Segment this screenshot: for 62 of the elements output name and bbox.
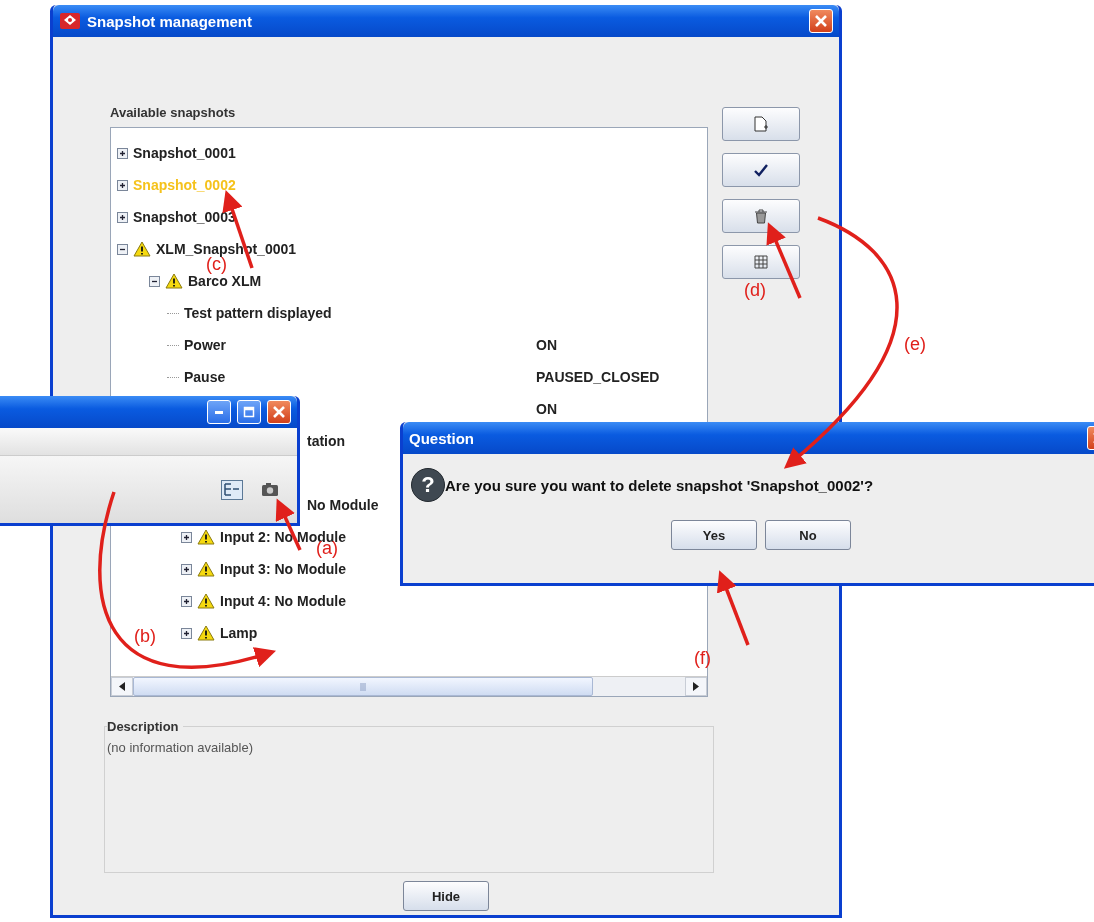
close-icon	[814, 14, 828, 28]
tree-view-icon	[221, 479, 243, 500]
check-icon	[754, 163, 768, 177]
collapse-icon[interactable]	[149, 275, 160, 287]
apply-button[interactable]	[722, 153, 800, 187]
tree-view-button[interactable]	[219, 477, 245, 502]
scroll-left-icon[interactable]	[119, 682, 125, 691]
grid-icon	[754, 255, 768, 269]
dialog-message: Are you sure you want to delete snapshot 'Snapshot_0002'?	[445, 476, 874, 494]
grid-button[interactable]	[722, 245, 800, 279]
expand-icon[interactable]	[117, 211, 128, 223]
close-icon	[272, 405, 286, 419]
tree-item[interactable]: Input 4: No Module	[220, 593, 346, 609]
tree-item: tation	[307, 433, 346, 449]
group-label: Available snapshots	[110, 105, 237, 122]
group-label: Description	[107, 719, 180, 734]
minimize-button[interactable]	[207, 400, 231, 424]
annotation-label: (b)	[134, 626, 156, 647]
scrollbar-thumb[interactable]	[133, 677, 593, 696]
dialog-button[interactable]: Yes	[671, 520, 757, 550]
question-icon: ?	[411, 468, 445, 502]
window-title: Snapshot management	[87, 12, 254, 30]
camera-icon	[261, 482, 279, 497]
property-name: Pause	[184, 369, 226, 385]
expand-icon[interactable]	[117, 179, 128, 191]
annotation-label: (f)	[694, 648, 711, 669]
dialog-title: Question	[409, 429, 475, 447]
scroll-right-icon[interactable]	[693, 682, 699, 691]
maximize-icon	[243, 406, 255, 418]
tree-item[interactable]: Lamp	[220, 625, 258, 641]
app-logo-icon	[59, 11, 81, 31]
maximize-button[interactable]	[237, 400, 261, 424]
delete-button[interactable]	[722, 199, 800, 233]
expand-icon[interactable]	[181, 563, 192, 575]
property-name: Test pattern displayed	[184, 305, 332, 321]
minimize-icon	[215, 410, 223, 414]
property-value: ON	[536, 401, 557, 417]
collapse-icon[interactable]	[117, 243, 128, 255]
trash-icon	[755, 208, 767, 224]
close-button[interactable]	[267, 400, 291, 424]
description-text: (no information available)	[107, 740, 253, 755]
property-value: ON	[536, 337, 557, 353]
annotation-label: (d)	[744, 280, 766, 301]
annotation-label: (e)	[904, 334, 926, 355]
new-document-icon	[754, 116, 768, 132]
property-value: PAUSED_CLOSED	[536, 369, 660, 385]
expand-icon[interactable]	[181, 595, 192, 607]
hide-button[interactable]: Hide	[403, 881, 489, 911]
close-button[interactable]	[809, 9, 833, 33]
tree-item[interactable]: Barco XLM	[188, 273, 262, 289]
new-snapshot-button[interactable]	[722, 107, 800, 141]
dialog-button[interactable]: No	[765, 520, 851, 550]
tree-item: No Module	[307, 497, 379, 513]
tree-item[interactable]: Input 3: No Module	[220, 561, 346, 577]
expand-icon[interactable]	[117, 147, 128, 159]
expand-icon[interactable]	[181, 627, 192, 639]
horizontal-scrollbar[interactable]	[111, 676, 707, 696]
grip-icon	[360, 681, 366, 692]
tree-item[interactable]: Snapshot_0001	[133, 145, 236, 161]
expand-icon[interactable]	[181, 531, 192, 543]
property-name: Power	[184, 337, 226, 353]
snapshot-button[interactable]	[259, 480, 281, 499]
